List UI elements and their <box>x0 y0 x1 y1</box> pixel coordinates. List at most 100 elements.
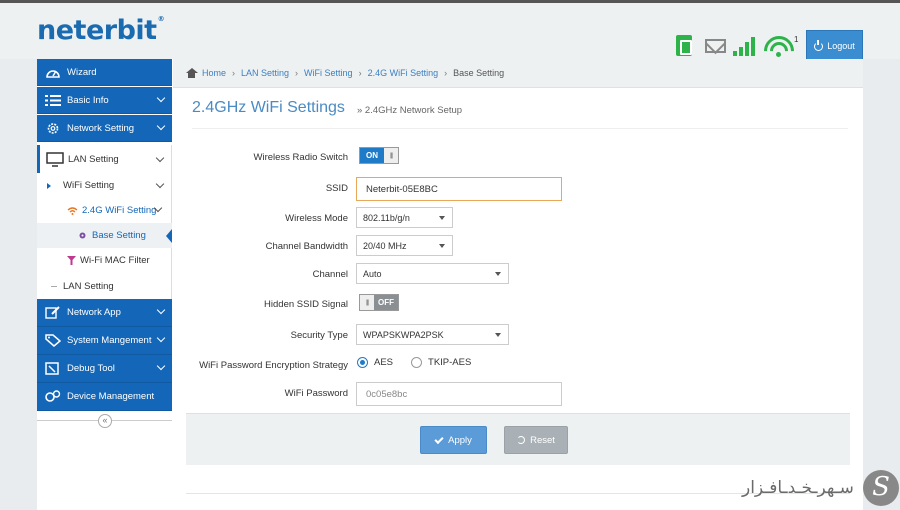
sidebar-item-label: LAN Setting <box>68 153 119 165</box>
caret-down-icon <box>495 333 501 337</box>
radio-label-tkip-aes: TKIP-AES <box>428 357 472 368</box>
sidebar-item-lan-setting[interactable]: LAN Setting <box>37 145 172 173</box>
tool-icon <box>45 362 59 375</box>
gear-icon <box>47 122 59 134</box>
select-value: Auto <box>363 268 382 279</box>
caret-down-icon <box>495 272 501 276</box>
sidebar-item-label: Base Setting <box>92 230 146 241</box>
field-label: WiFi Password <box>284 388 348 399</box>
field-label: Security Type <box>290 330 348 341</box>
sidebar-item-lan-setting-sub[interactable]: LAN Setting <box>37 273 172 299</box>
sidebar-item-debug-tool[interactable]: Debug Tool <box>37 355 172 383</box>
radio-aes[interactable] <box>357 357 368 368</box>
power-icon <box>814 39 824 51</box>
brand-logo: neterbit® <box>37 15 165 46</box>
sidebar-item-label: 2.4G WiFi Setting <box>82 205 157 216</box>
mail-icon[interactable] <box>705 39 726 53</box>
filter-icon <box>67 256 76 265</box>
sim-card-icon <box>676 35 692 56</box>
radio-label-aes: AES <box>374 357 394 368</box>
chevron-down-icon <box>156 333 166 343</box>
sidebar-item-label: Network App <box>67 307 121 318</box>
wireless-mode-select[interactable]: 802.11b/g/n <box>356 207 453 228</box>
form-row-wireless-mode: Wireless Mode 802.11b/g/n <box>173 207 863 231</box>
caret-down-icon <box>439 244 445 248</box>
sidebar-item-network-setting[interactable]: Network Setting <box>37 115 172 142</box>
field-label: Channel <box>312 269 348 280</box>
wifi-icon <box>764 33 796 57</box>
breadcrumb-separator: › <box>358 68 362 78</box>
radio-tkip-aes[interactable] <box>411 357 423 368</box>
chevron-down-icon <box>156 361 166 371</box>
encryption-radio-group: AES TKIP-AES <box>357 357 471 368</box>
sidebar-item-system-management[interactable]: System Mangement <box>37 327 172 355</box>
sidebar-item-24g-wifi[interactable]: 2.4G WiFi Setting <box>37 198 172 223</box>
sidebar-item-base-setting[interactable]: Base Setting <box>37 223 172 248</box>
breadcrumb: Home › LAN Setting › WiFi Setting › 2.4G… <box>173 59 863 88</box>
reset-button[interactable]: Reset <box>504 426 568 454</box>
security-type-select[interactable]: WPAPSKWPA2PSK <box>356 324 509 345</box>
field-label: Wireless Mode <box>285 213 348 224</box>
sidebar-item-mac-filter[interactable]: Wi-Fi MAC Filter <box>37 248 172 273</box>
logout-label: Logout <box>827 41 855 51</box>
field-label: WiFi Password Encryption Strategy <box>199 360 348 371</box>
sidebar-item-label: LAN Setting <box>63 280 114 292</box>
sidebar-item-label: WiFi Setting <box>63 180 115 191</box>
sidebar-item-label: Wizard <box>67 66 97 78</box>
toggle-state: ON <box>360 148 384 163</box>
wifi-icon <box>67 207 78 215</box>
sidebar-item-label: Network Setting <box>67 122 135 134</box>
form-row-security: Security Type WPAPSKWPA2PSK <box>173 324 863 348</box>
check-icon <box>434 434 444 444</box>
breadcrumb-wifi-setting[interactable]: WiFi Setting <box>304 68 353 78</box>
tag-icon <box>45 334 61 347</box>
breadcrumb-separator: › <box>444 68 448 78</box>
breadcrumb-lan-setting[interactable]: LAN Setting <box>241 68 289 78</box>
toggle-knob <box>360 295 374 310</box>
field-label: Channel Bandwidth <box>265 241 348 252</box>
chevron-down-icon <box>156 121 166 131</box>
caret-down-icon <box>439 216 445 220</box>
wifi-password-input[interactable]: 0c05e8bc <box>356 382 562 406</box>
logout-button[interactable]: Logout <box>806 30 863 62</box>
select-value: 20/40 MHz <box>363 240 407 251</box>
sidebar-item-device-management[interactable]: Device Management <box>37 383 172 411</box>
edit-icon <box>45 306 60 319</box>
home-icon <box>185 68 198 78</box>
chevron-down-icon <box>156 93 166 103</box>
apply-button[interactable]: Apply <box>420 426 487 454</box>
select-value: 802.11b/g/n <box>363 212 410 223</box>
ssid-input[interactable]: Neterbit-05E8BC <box>356 177 562 201</box>
breadcrumb-24g-wifi[interactable]: 2.4G WiFi Setting <box>368 68 439 78</box>
form-row-ssid: SSID Neterbit-05E8BC <box>173 177 863 201</box>
field-label: Hidden SSID Signal <box>264 299 348 310</box>
wireless-radio-toggle[interactable]: ON <box>359 147 399 164</box>
form-row-password: WiFi Password 0c05e8bc <box>173 382 863 406</box>
form-row-encryption: WiFi Password Encryption Strategy AES TK… <box>173 353 863 377</box>
sidebar-item-label: Wi-Fi MAC Filter <box>80 255 150 266</box>
sidebar-item-wifi-setting[interactable]: WiFi Setting <box>37 173 172 198</box>
form-row-radio-switch: Wireless Radio Switch ON <box>173 146 863 170</box>
channel-select[interactable]: Auto <box>356 263 509 284</box>
signal-bars-icon <box>733 36 757 56</box>
breadcrumb-home[interactable]: Home <box>202 68 226 78</box>
undo-icon <box>517 436 526 444</box>
form-row-bandwidth: Channel Bandwidth 20/40 MHz <box>173 235 863 259</box>
sidebar-item-label: Device Management <box>67 391 155 402</box>
gear-icon <box>79 232 86 239</box>
list-icon <box>45 94 61 106</box>
caret-right-icon <box>47 182 51 189</box>
sidebar-item-basic-info[interactable]: Basic Info <box>37 87 172 114</box>
form-row-hidden-ssid: Hidden SSID Signal OFF <box>173 293 863 317</box>
hidden-ssid-toggle[interactable]: OFF <box>359 294 399 311</box>
apply-label: Apply <box>448 434 472 446</box>
toggle-knob <box>384 148 398 163</box>
watermark-logo: S <box>863 470 899 506</box>
sidebar-item-wizard[interactable]: Wizard <box>37 59 172 86</box>
collapse-sidebar-button[interactable]: « <box>98 414 112 428</box>
sidebar-item-label: System Mangement <box>67 335 152 346</box>
field-label: Wireless Radio Switch <box>253 152 349 163</box>
bandwidth-select[interactable]: 20/40 MHz <box>356 235 453 256</box>
tree-line <box>51 285 57 287</box>
sidebar-item-network-app[interactable]: Network App <box>37 299 172 327</box>
